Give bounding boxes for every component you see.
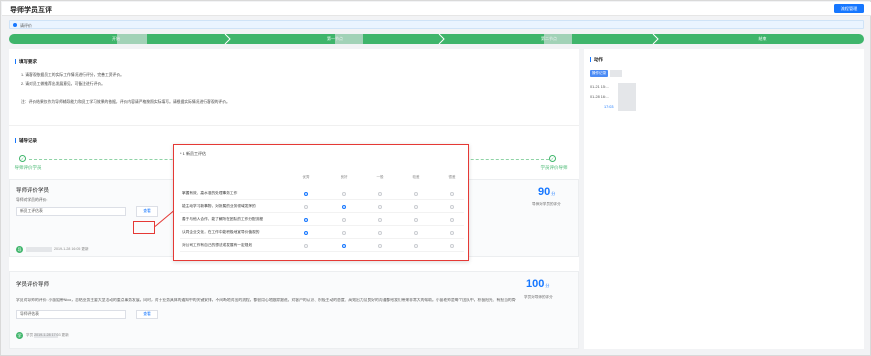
rating-radio[interactable] (304, 191, 308, 196)
top-bar: 导师学员互评 流程管理 (2, 2, 871, 16)
column-header: 较差 (412, 175, 420, 179)
rating-radio[interactable] (304, 230, 308, 235)
rating-radio[interactable] (378, 204, 382, 209)
column-header: 很差 (448, 175, 456, 179)
view-button[interactable]: 查看 (136, 206, 158, 217)
view-button[interactable]: 查看 (136, 310, 158, 319)
card-subtitle: 学员对导师的评价: 小苗姐带Nico，总结业务主要大型活动的重点事务发展，同时，… (16, 298, 516, 302)
notice-text: 请评价 (20, 22, 32, 28)
row-divider (180, 225, 464, 226)
column-header: 优秀 (302, 175, 310, 179)
redacted-name (26, 247, 52, 252)
rating-radio[interactable] (450, 191, 454, 196)
log-entry: 01-21 15:... (590, 85, 610, 89)
notice-bar: 请评价 (9, 20, 864, 29)
row-divider (180, 199, 464, 200)
side-title: 动作 (590, 57, 603, 62)
rating-radio[interactable] (414, 243, 418, 248)
row-divider (180, 251, 464, 252)
step-end: 结束 (758, 36, 767, 41)
avatar: 学 (16, 332, 23, 339)
app-frame: 导师学员互评 流程管理 请评价 开始 第一节点 第二节点 结束 填写要求 1. … (0, 0, 871, 356)
evaluation-form-field[interactable]: 新员工评估表 (16, 207, 126, 216)
stage-mentor-review: 导师评价学员 (14, 165, 42, 170)
flow-management-button[interactable]: 流程管理 (834, 4, 864, 13)
score-label: 学员对导师的评分 (524, 295, 553, 299)
redacted-block (335, 34, 363, 44)
requirement-line: 2. 请对员工做推荐出发展意见，可备注进行评价。 (21, 82, 105, 86)
step-start: 开始 (112, 36, 120, 41)
rating-radio[interactable] (342, 204, 346, 209)
score-value: 90分 (538, 186, 556, 198)
log-entry: 01-28 16:... (590, 95, 610, 99)
operation-log-tab[interactable]: 操作记录 (590, 70, 608, 77)
evaluation-form-field[interactable]: 导师评估表 (16, 310, 126, 319)
card-subtitle: 导师对学员的评价: (16, 198, 48, 202)
rating-radio[interactable] (304, 204, 308, 209)
records-title: 辅导记录 (15, 138, 37, 143)
question-label: 掌握有效、高水准的处理事务工作 (182, 191, 238, 195)
requirements-title: 填写要求 (15, 59, 37, 64)
popup-title: * 1 新员工评估 (180, 151, 207, 156)
row-divider (180, 212, 464, 213)
column-header: 一般 (376, 175, 384, 179)
chevron-right-icon (652, 34, 659, 44)
question-label: 能主动学习新事物，对所属的业务领域发挥的 (182, 204, 256, 208)
rating-radio[interactable] (450, 230, 454, 235)
redacted-block (610, 70, 622, 77)
question-label: 认同企业文化，在工作中能积极地宣导价值观的 (182, 230, 260, 234)
requirement-line: 1. 请客观依据员工的实际工作情况进行评分，完善工资评价。 (21, 73, 124, 77)
rating-radio[interactable] (414, 191, 418, 196)
rating-radio[interactable] (450, 243, 454, 248)
rating-radio[interactable] (414, 230, 418, 235)
avatar: 导 (16, 246, 23, 253)
stage-trainee-review: 学员评价导师 (540, 165, 568, 170)
chevron-right-icon (438, 34, 445, 44)
update-meta: 学员 2019-1-28 17:03 更新 (26, 333, 69, 337)
check-circle-icon: ✓ (19, 155, 26, 162)
highlight-box (133, 221, 155, 234)
rating-radio[interactable] (342, 230, 346, 235)
column-header: 良好 (340, 175, 348, 179)
rating-radio[interactable] (378, 217, 382, 222)
rating-radio[interactable] (342, 217, 346, 222)
rating-radio[interactable] (450, 217, 454, 222)
divider (9, 125, 579, 126)
evaluation-form-popup: * 1 新员工评估 优秀 良好 一般 较差 很差 掌握有效、高水准的处理事务工作… (173, 144, 469, 261)
check-circle-icon: ✓ (549, 155, 556, 162)
card-title: 导师评价学员 (16, 188, 50, 194)
score-value: 100分 (526, 278, 550, 290)
rating-radio[interactable] (304, 243, 308, 248)
question-label: 善于与他人合作，能了解所在团队的工作分配流程 (182, 217, 264, 221)
rating-radio[interactable] (414, 217, 418, 222)
redacted-block (618, 83, 636, 111)
chevron-right-icon (224, 34, 231, 44)
rating-radio[interactable] (378, 243, 382, 248)
rating-radio[interactable] (304, 217, 308, 222)
redacted-block (544, 34, 572, 44)
rating-radio[interactable] (342, 191, 346, 196)
info-icon (13, 23, 17, 27)
score-label: 导师对学员的评分 (532, 202, 561, 206)
trainee-review-card: 学员评价导师 学员对导师的评价: 小苗姐带Nico，总结业务主要大型活动的重点事… (9, 271, 579, 349)
requirement-note: 注：评价结果仅作为导师辅导能力和员工学习效果的依据，评价内容请严格按照实际填写。… (21, 100, 230, 104)
rating-radio[interactable] (450, 204, 454, 209)
rating-radio[interactable] (414, 204, 418, 209)
workflow-steps: 开始 第一节点 第二节点 结束 (9, 34, 864, 44)
card-title: 学员评价导师 (16, 282, 50, 288)
update-meta: 2019-1-28 16:05 更新 (54, 247, 89, 251)
rating-radio[interactable] (378, 230, 382, 235)
side-panel: 动作 操作记录 01-21 15:... 01-28 16:... 17:03 (584, 49, 864, 349)
rating-radio[interactable] (342, 243, 346, 248)
log-entry: 17:03 (604, 105, 614, 109)
rating-radio[interactable] (378, 191, 382, 196)
redacted-block (117, 34, 147, 44)
page-title: 导师学员互评 (10, 7, 52, 14)
row-divider (180, 238, 464, 239)
question-label: 对公司工作有自己的想法或发展有一定规划 (182, 243, 253, 247)
